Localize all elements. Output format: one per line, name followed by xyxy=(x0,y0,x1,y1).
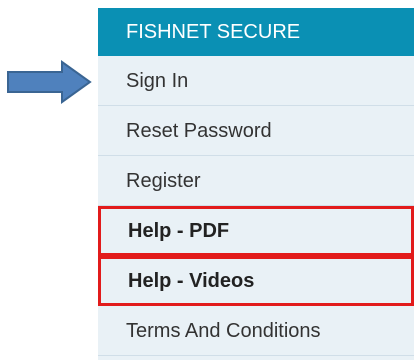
right-arrow-icon xyxy=(7,60,92,104)
menu-item-reset-password[interactable]: Reset Password xyxy=(98,106,414,156)
side-menu: FISHNET SECURE Sign In Reset Password Re… xyxy=(98,8,414,360)
menu-item-register[interactable]: Register xyxy=(98,156,414,206)
menu-header: FISHNET SECURE xyxy=(98,8,414,56)
menu-item-terms-and-conditions[interactable]: Terms And Conditions xyxy=(98,306,414,356)
menu-item-help-pdf[interactable]: Help - PDF xyxy=(98,206,414,256)
menu-item-sign-in[interactable]: Sign In xyxy=(98,56,414,106)
menu-item-help-videos[interactable]: Help - Videos xyxy=(98,256,414,306)
